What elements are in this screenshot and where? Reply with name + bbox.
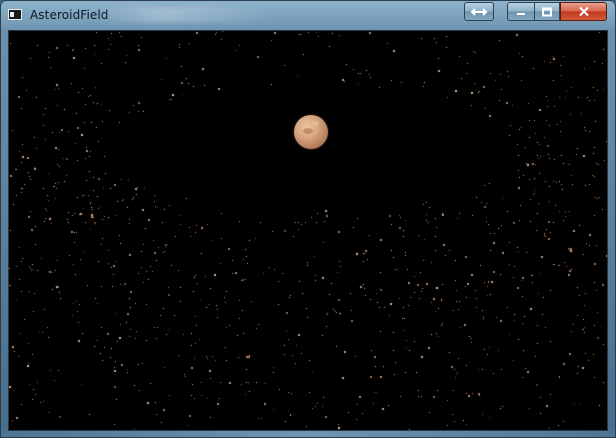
maximize-icon xyxy=(542,7,552,16)
window-title: AsteroidField xyxy=(30,8,109,22)
resize-toggle-button[interactable] xyxy=(464,2,494,21)
app-window: AsteroidField xyxy=(0,0,616,438)
planet xyxy=(294,115,328,149)
maximize-button[interactable] xyxy=(534,2,560,21)
close-button[interactable] xyxy=(560,2,607,21)
close-icon xyxy=(578,6,589,17)
title-glow xyxy=(91,7,271,23)
window-left-border xyxy=(1,30,8,437)
render-viewport[interactable] xyxy=(8,30,608,431)
window-right-border xyxy=(608,30,615,437)
asteroid-field xyxy=(9,31,607,430)
window-bottom-border xyxy=(1,431,615,437)
double-arrow-icon xyxy=(470,7,488,16)
title-bar[interactable]: AsteroidField xyxy=(1,1,615,30)
minimize-icon xyxy=(517,12,525,15)
console-window-icon[interactable] xyxy=(8,9,22,20)
minimize-button[interactable] xyxy=(507,2,534,21)
